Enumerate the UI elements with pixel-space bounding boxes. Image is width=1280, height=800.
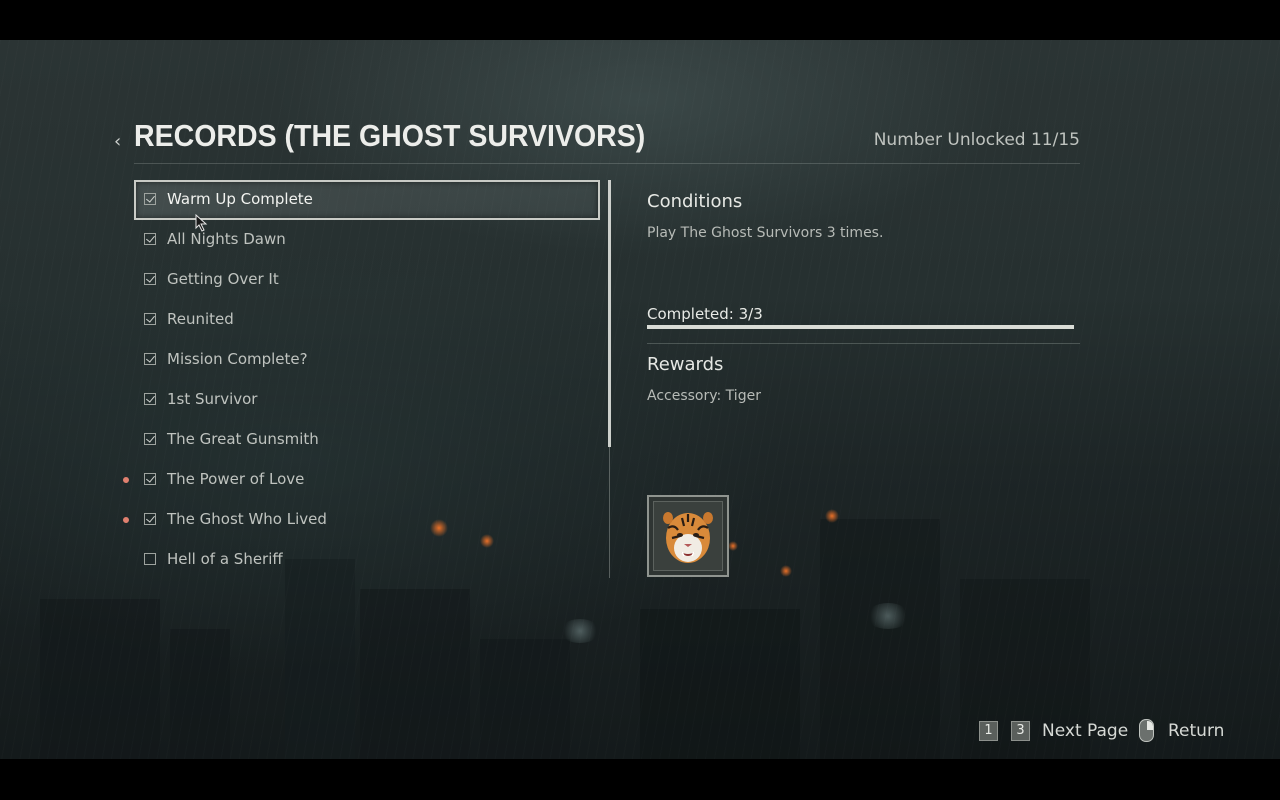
header-divider [134, 163, 1080, 164]
next-page-key[interactable]: 3 [1011, 721, 1030, 741]
checked-box-icon [144, 433, 156, 445]
record-label: The Great Gunsmith [167, 430, 319, 448]
scrollbar-thumb[interactable] [608, 180, 611, 447]
record-item[interactable]: 1st Survivor [134, 380, 600, 420]
progress-label: Completed: 3/3 [647, 305, 763, 323]
mouse-right-button-icon [1139, 719, 1154, 742]
tiger-mask-icon [653, 501, 723, 571]
record-item[interactable]: Reunited [134, 300, 600, 340]
record-item[interactable]: Hell of a Sheriff [134, 540, 600, 580]
return-button[interactable]: Return [1168, 721, 1224, 741]
record-item[interactable]: The Power of Love [123, 460, 600, 500]
rewards-heading: Rewards [647, 354, 724, 375]
letterbox-bottom [0, 759, 1280, 800]
reward-thumbnail [647, 495, 729, 577]
record-label: The Power of Love [167, 470, 305, 488]
unchecked-box-icon [144, 553, 156, 565]
record-label: 1st Survivor [167, 390, 258, 408]
record-item[interactable]: The Ghost Who Lived [123, 500, 600, 540]
record-item[interactable]: Mission Complete? [134, 340, 600, 380]
record-label: Hell of a Sheriff [167, 550, 283, 568]
checked-box-icon [144, 513, 156, 525]
letterbox-top [0, 0, 1280, 40]
checked-box-icon [144, 273, 156, 285]
progress-bar [647, 325, 1074, 329]
record-label: Mission Complete? [167, 350, 308, 368]
new-indicator-dot [123, 477, 129, 483]
checked-box-icon [144, 193, 156, 205]
checked-box-icon [144, 313, 156, 325]
record-label: All Nights Dawn [167, 230, 286, 248]
conditions-heading: Conditions [647, 191, 743, 212]
record-item[interactable]: Getting Over It [134, 260, 600, 300]
checked-box-icon [144, 353, 156, 365]
reward-text: Accessory: Tiger [647, 388, 761, 404]
details-divider [647, 343, 1080, 344]
checked-box-icon [144, 393, 156, 405]
unlocked-count: Number Unlocked 11/15 [873, 130, 1080, 150]
mouse-cursor-icon [195, 213, 209, 236]
page-title: RECORDS (THE GHOST SURVIVORS) [134, 118, 646, 153]
checked-box-icon [144, 473, 156, 485]
back-arrow-icon[interactable]: ‹ [114, 131, 121, 152]
prev-page-key[interactable]: 1 [979, 721, 998, 741]
new-indicator-dot [123, 517, 129, 523]
progress-bar-fill [647, 325, 1074, 329]
record-label: Reunited [167, 310, 234, 328]
record-label: Getting Over It [167, 270, 279, 288]
conditions-text: Play The Ghost Survivors 3 times. [647, 225, 884, 241]
checked-box-icon [144, 233, 156, 245]
record-label: The Ghost Who Lived [167, 510, 327, 528]
record-item[interactable]: The Great Gunsmith [134, 420, 600, 460]
records-list: Warm Up Complete All Nights Dawn Getting O… [123, 180, 600, 580]
record-label: Warm Up Complete [167, 190, 313, 208]
next-page-button[interactable]: Next Page [1042, 721, 1128, 741]
